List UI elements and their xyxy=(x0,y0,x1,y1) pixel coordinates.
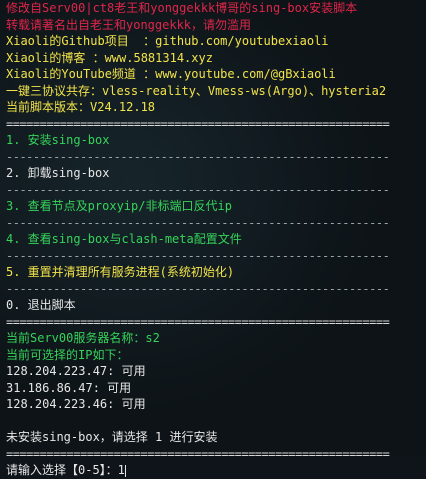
header-version-line: 当前脚本版本：V24.12.18 xyxy=(6,100,156,114)
header-youtube-line: Xiaoli的YouTube频道 ：www.youtube.com/@gBxia… xyxy=(6,67,336,81)
separator-dash: ----------------------------------------… xyxy=(6,248,390,263)
server-name-line: 当前Serv00服务器名称：s2 xyxy=(6,331,160,345)
menu-item-view-config: 4. 查看sing-box与clash-meta配置文件 xyxy=(6,232,242,246)
ip-list-item: 128.204.223.46: 可用 xyxy=(6,397,146,411)
header-credit-line: 修改自Serv00|ct8老王和yonggekkk博哥的sing-box安装脚本 xyxy=(6,1,358,15)
menu-item-reset: 5. 重置并清理所有服务进程(系统初始化) xyxy=(6,265,235,279)
ip-list-item: 31.186.86.47: 可用 xyxy=(6,380,132,395)
menu-item-install: 1. 安装sing-box xyxy=(6,133,110,147)
separator-dash: ----------------------------------------… xyxy=(6,215,390,230)
ip-list-item: 128.204.223.47: 可用 xyxy=(6,364,146,378)
header-notice-line: 转载请著名出自老王和yonggekkk，请勿滥用 xyxy=(6,17,252,32)
status-message: 未安装sing-box，请选择 1 进行安装 xyxy=(6,430,218,444)
input-prompt[interactable]: 请输入选择【0-5】：1 xyxy=(6,462,420,479)
header-github-line: Xiaoli的Github项目 ：github.com/youtubexiaol… xyxy=(6,34,329,48)
terminal-window[interactable]: 修改自Serv00|ct8老王和yonggekkk博哥的sing-box安装脚本… xyxy=(0,0,426,477)
menu-item-view-nodes: 3. 查看节点及proxyip/非标端口反代ip xyxy=(6,199,232,213)
header-protocols-line: 一键三协议共存：vless-reality、Vmess-ws(Argo)、hys… xyxy=(6,83,387,98)
cursor xyxy=(124,464,126,477)
ip-list-title: 当前可选择的IP如下： xyxy=(6,347,129,362)
menu-item-exit: 0. 退出脚本 xyxy=(6,298,76,312)
prompt-text: 请输入选择【0-5】：1 xyxy=(6,463,125,477)
separator-dash: ----------------------------------------… xyxy=(6,281,390,296)
menu-item-uninstall: 2. 卸载sing-box xyxy=(6,166,110,180)
separator-equals: ========================================… xyxy=(6,314,390,329)
separator-equals: ========================================… xyxy=(6,116,390,131)
separator-equals: ========================================… xyxy=(6,446,390,461)
header-blog-line: Xiaoli的博客 ：www.5881314.xyz xyxy=(6,50,213,65)
separator-dash: ----------------------------------------… xyxy=(6,149,390,164)
separator-dash: ----------------------------------------… xyxy=(6,182,390,197)
